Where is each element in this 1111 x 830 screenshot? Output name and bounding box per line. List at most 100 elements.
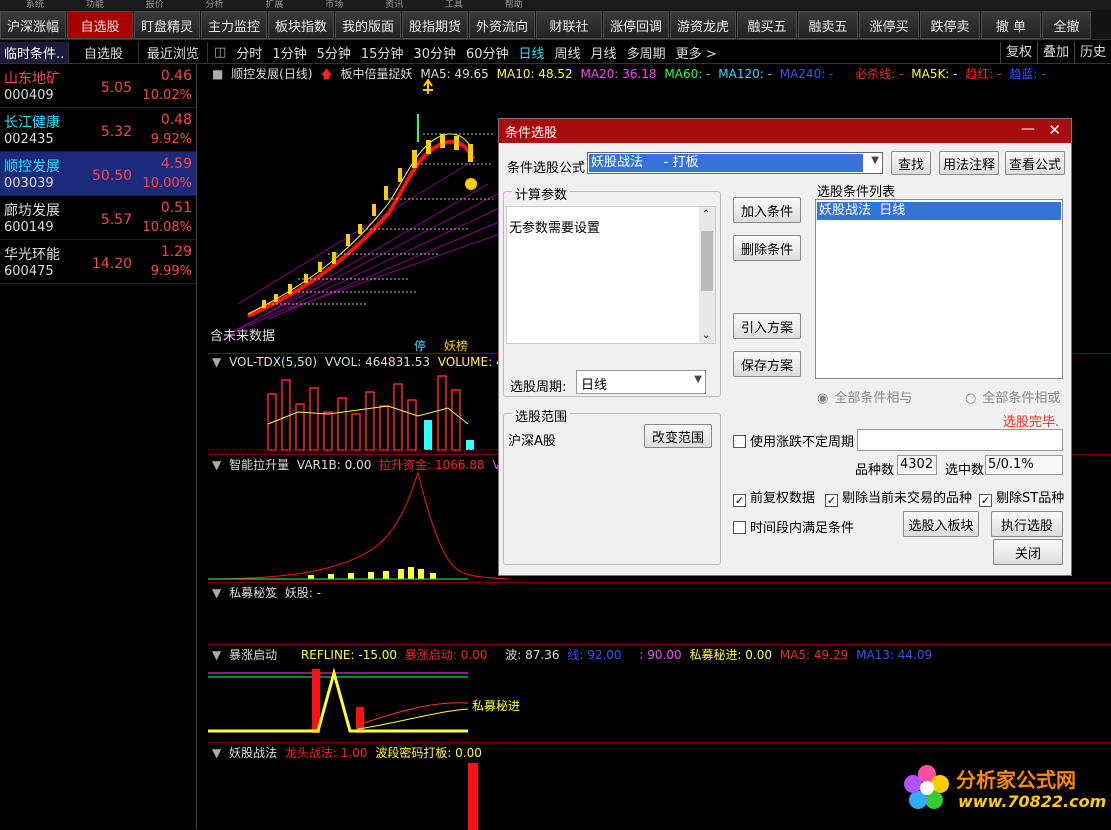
menu-item[interactable]: 扩展: [265, 0, 283, 10]
period-tab[interactable]: 分时: [236, 43, 262, 62]
toolbar-button-cancel-all[interactable]: 全撤: [1042, 11, 1091, 39]
stock-code: 003039: [4, 176, 54, 191]
view-formula-button[interactable]: 查看公式: [1005, 151, 1065, 175]
overlay-button[interactable]: 叠加: [1036, 42, 1074, 64]
checkbox-unchecked[interactable]: [733, 521, 746, 534]
run-select-button[interactable]: 执行选股: [991, 511, 1063, 537]
collapse-icon[interactable]: ▼: [212, 586, 221, 600]
right-tool-buttons: 复权 叠加 历史: [999, 42, 1111, 64]
param-text: 无参数需要设置: [509, 221, 601, 236]
tab-watchlist[interactable]: 自选股: [69, 42, 139, 63]
period-tab[interactable]: 月线: [591, 43, 617, 62]
toolbar-button-main-force[interactable]: 主力监控: [201, 11, 267, 39]
save-plan-button[interactable]: 保存方案: [733, 351, 801, 377]
delete-condition-button[interactable]: 删除条件: [733, 235, 801, 261]
scroll-down-icon[interactable]: ⌄: [702, 330, 710, 341]
stock-row-selected[interactable]: 顺控发展 003039 50.50 4.59 10.00%: [0, 152, 196, 196]
chk-period[interactable]: 时间段内满足条件: [733, 517, 854, 536]
chevron-down-icon[interactable]: ▼: [694, 374, 702, 385]
scroll-thumb[interactable]: [701, 231, 713, 291]
chk-suspend[interactable]: ✓ 剔除当前未交易的品种: [825, 487, 972, 507]
select-to-block-button[interactable]: 选股入板块: [903, 511, 979, 537]
toolbar-button-hs-rank[interactable]: 沪深涨幅: [0, 11, 66, 39]
period-select[interactable]: 日线 ▼: [576, 370, 706, 394]
chevron-down-icon[interactable]: ▼: [871, 155, 879, 166]
menu-item[interactable]: 分析: [206, 0, 224, 10]
radio-and[interactable]: ◉ 全部条件相与: [817, 387, 912, 406]
tab-recent[interactable]: 最近浏览: [139, 42, 208, 63]
menu-item[interactable]: 帮助: [505, 0, 523, 10]
period-tab[interactable]: 5分钟: [317, 43, 351, 62]
tab-temp-condition[interactable]: 临时条件..: [0, 42, 70, 63]
scroll-up-icon[interactable]: ⌃: [702, 209, 710, 220]
add-condition-button[interactable]: 加入条件: [733, 197, 801, 223]
demon-stock-value: 妖股: -: [284, 586, 322, 600]
toolbar-button-cancel-order[interactable]: 撤 单: [981, 11, 1041, 39]
chk-st[interactable]: ✓ 剔除ST品种: [979, 487, 1064, 507]
usage-notes-button[interactable]: 用法注释: [939, 151, 999, 175]
restore-rights-button[interactable]: 复权: [999, 42, 1037, 64]
menu-item[interactable]: 系统: [26, 0, 44, 10]
left-tabs: 临时条件.. 自选股 最近浏览: [0, 42, 208, 64]
period-select-value: 日线: [581, 378, 608, 393]
period-tab[interactable]: 多周期: [627, 43, 666, 62]
private-secret-pane[interactable]: ▼ 私募秘笈 妖股: -: [208, 582, 1111, 644]
checkbox-checked[interactable]: ✓: [979, 494, 992, 507]
minimize-icon[interactable]: —: [1021, 121, 1035, 137]
stock-code: 000409: [4, 88, 54, 103]
find-button[interactable]: 查找: [891, 151, 931, 175]
toolbar-button-limit-down-sell[interactable]: 跌停卖: [920, 11, 980, 39]
radio-or[interactable]: ○ 全部条件相或: [965, 387, 1060, 406]
stock-change: 0.51: [160, 200, 192, 216]
change-range-button[interactable]: 改变范围: [644, 424, 712, 448]
toolbar-button-watchlist[interactable]: 自选股: [67, 11, 133, 39]
chk-period-label: 时间段内满足条件: [750, 521, 855, 536]
menu-item[interactable]: 报价: [146, 0, 164, 10]
toolbar-button-foreign-flow[interactable]: 外资流向: [469, 11, 535, 39]
stock-code: 002435: [4, 132, 54, 147]
chk-adjust[interactable]: ✓ 前复权数据: [733, 487, 815, 507]
layout-toggle-icon[interactable]: ◫: [214, 45, 226, 60]
toolbar-button-futures[interactable]: 股指期货: [402, 11, 468, 39]
condition-list-item[interactable]: 妖股战法 日线: [817, 202, 1061, 220]
checkbox-checked[interactable]: ✓: [733, 494, 746, 507]
period-tab[interactable]: 1分钟: [272, 43, 306, 62]
period-tab-more[interactable]: 更多 >: [676, 43, 717, 62]
dialog-title-bar[interactable]: 条件选股 — ✕: [499, 119, 1071, 143]
stock-row[interactable]: 长江健康 002435 5.32 0.48 9.92%: [0, 108, 196, 152]
condition-list[interactable]: 妖股战法 日线: [815, 199, 1063, 379]
menu-item[interactable]: 工具: [445, 0, 463, 10]
chk-volatile[interactable]: 使用涨跌不定周期: [733, 431, 854, 450]
stock-row[interactable]: 山东地矿 000409 5.05 0.46 10.02%: [0, 64, 196, 108]
formula-select[interactable]: 妖股战法 - 打板 ▼: [587, 152, 883, 174]
toolbar-button-margin-sell[interactable]: 融卖五: [798, 11, 858, 39]
checkbox-unchecked[interactable]: [733, 435, 746, 448]
toolbar-button-limit-up-pullback[interactable]: 涨停回调: [603, 11, 669, 39]
period-tab[interactable]: 15分钟: [361, 43, 404, 62]
menu-item[interactable]: 功能: [86, 0, 104, 10]
surge-start-pane[interactable]: ▼ 暴涨启动 REFLINE: -15.00 暴涨启动: 0.00 波: 87.…: [208, 644, 1111, 742]
param-scrollbar[interactable]: ⌃ ⌄: [699, 207, 715, 343]
stock-price: 5.32: [100, 124, 132, 140]
period-tab[interactable]: 周线: [555, 43, 581, 62]
toolbar-button-my-layout[interactable]: 我的版面: [335, 11, 401, 39]
stock-row[interactable]: 华光环能 600475 14.20 1.29 9.99%: [0, 240, 196, 284]
toolbar-button-dragon-tiger[interactable]: 游资龙虎: [670, 11, 736, 39]
checkbox-checked[interactable]: ✓: [825, 494, 838, 507]
menu-item[interactable]: 市场: [325, 0, 343, 10]
toolbar-button-margin-buy[interactable]: 融买五: [737, 11, 797, 39]
close-icon[interactable]: ✕: [1048, 121, 1061, 139]
import-plan-button[interactable]: 引入方案: [733, 313, 801, 339]
volatile-period-input[interactable]: [857, 429, 1063, 451]
toolbar-button-sector-index[interactable]: 板块指数: [268, 11, 334, 39]
menu-item[interactable]: 资讯: [385, 0, 403, 10]
period-tab-active[interactable]: 日线: [519, 43, 545, 62]
stock-row[interactable]: 廊坊发展 600149 5.57 0.51 10.08%: [0, 196, 196, 240]
period-tab[interactable]: 60分钟: [466, 43, 509, 62]
toolbar-button-cls[interactable]: 财联社: [536, 11, 602, 39]
toolbar-button-monitor[interactable]: 盯盘精灵: [134, 11, 200, 39]
period-tab[interactable]: 30分钟: [413, 43, 456, 62]
close-button[interactable]: 关闭: [993, 539, 1063, 565]
toolbar-button-limit-up-buy[interactable]: 涨停买: [859, 11, 919, 39]
history-button[interactable]: 历史: [1073, 42, 1111, 64]
